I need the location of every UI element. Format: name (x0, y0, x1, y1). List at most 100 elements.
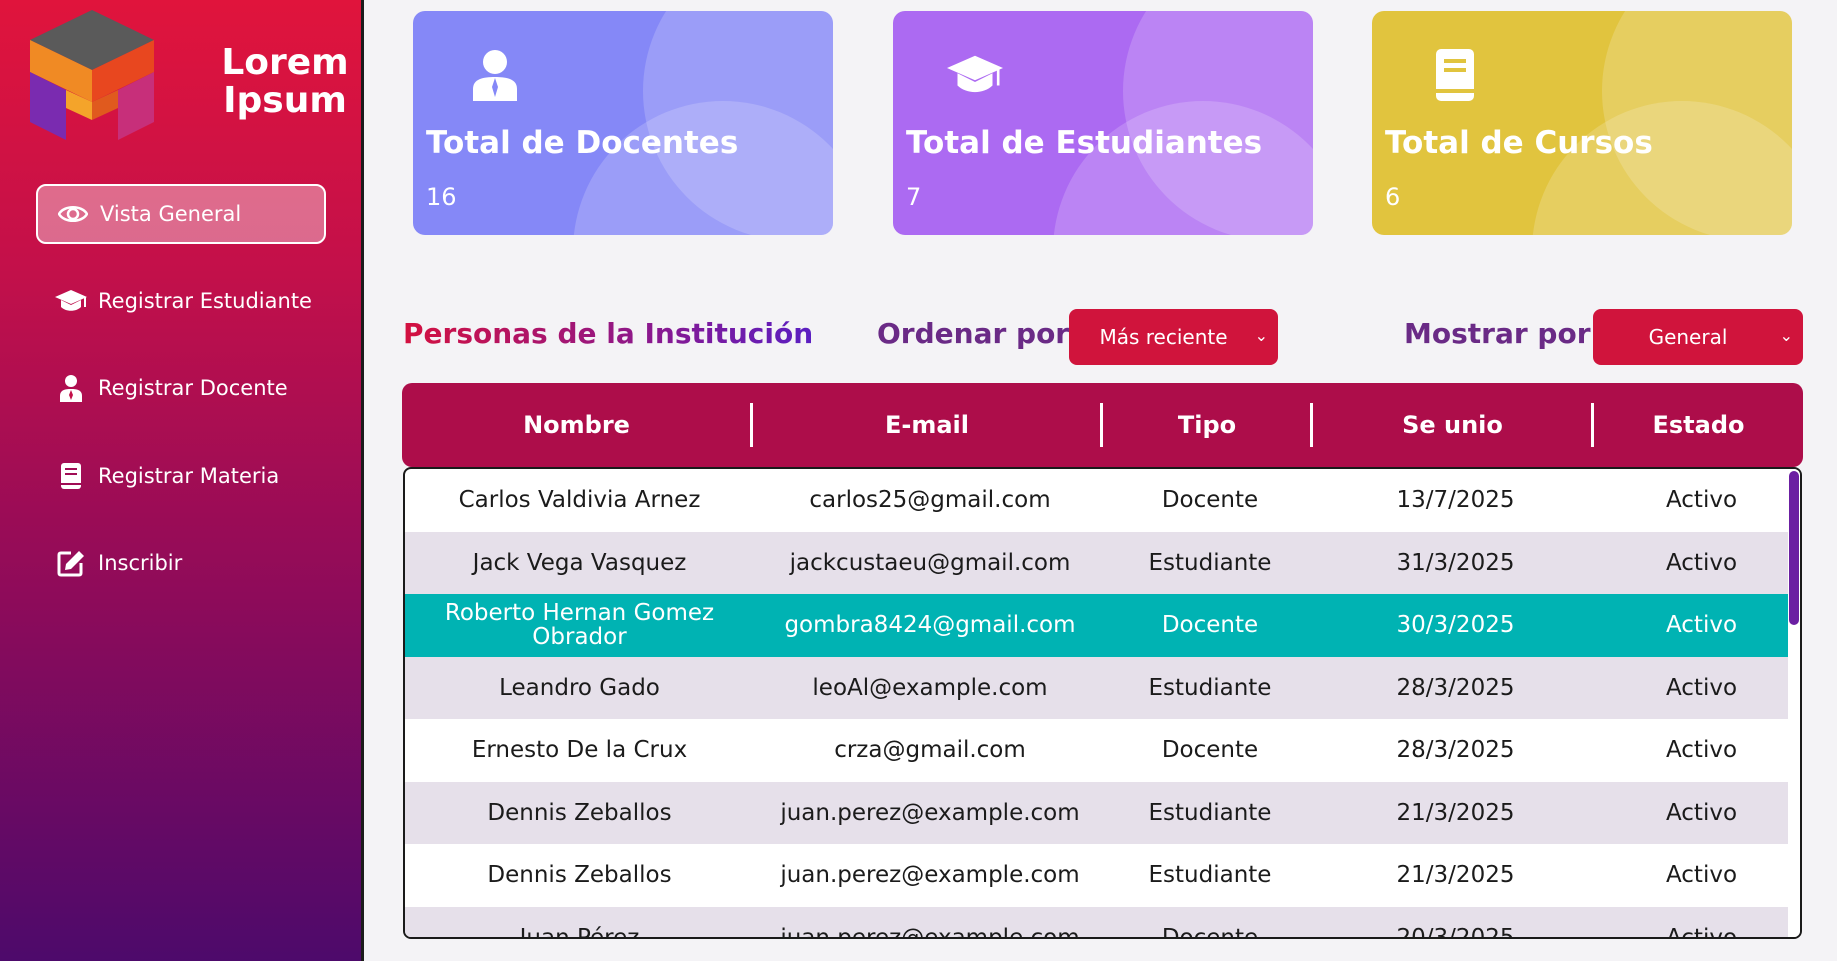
cell-tipo: Docente (1161, 737, 1259, 764)
cell-se-unio: 30/3/2025 (1396, 612, 1515, 639)
cell-estado: Activo (1665, 549, 1738, 576)
card-decoration (573, 101, 833, 235)
cell-tipo: Docente (1161, 924, 1259, 939)
edit-icon (54, 548, 88, 578)
cell-nombre: Jack Vega Vasquez (472, 549, 687, 576)
sidebar-item-registrar-materia[interactable]: Registrar Materia (36, 446, 326, 506)
order-label: Ordenar por: (877, 317, 1081, 350)
sidebar-item-registrar-estudiante[interactable]: Registrar Estudiante (36, 271, 326, 331)
cell-tipo: Estudiante (1148, 862, 1272, 889)
sidebar-item-label: Vista General (100, 202, 242, 226)
cell-nombre: Dennis Zeballos (487, 862, 672, 889)
cell-tipo: Estudiante (1148, 674, 1272, 701)
cell-estado: Activo (1665, 924, 1738, 939)
order-select-value: Más reciente (1099, 325, 1228, 349)
cell-estado: Activo (1665, 487, 1738, 514)
card-total-estudiantes: Total de Estudiantes 7 (893, 11, 1313, 235)
sidebar-item-label: Registrar Materia (98, 464, 280, 488)
cell-se-unio: 13/7/2025 (1396, 487, 1515, 514)
column-header-tipo[interactable]: Tipo (1103, 383, 1311, 467)
cell-tipo: Estudiante (1148, 799, 1272, 826)
sidebar-item-label: Registrar Docente (98, 376, 288, 400)
show-select[interactable]: General ⌄ (1593, 309, 1803, 365)
card-title: Total de Estudiantes (906, 125, 1263, 161)
table-row[interactable]: Leandro Gado leoAl@example.com Estudiant… (405, 656, 1790, 719)
table-row[interactable]: Dennis Zeballos juan.perez@example.com E… (405, 781, 1790, 844)
cell-estado: Activo (1665, 799, 1738, 826)
cell-se-unio: 28/3/2025 (1396, 737, 1515, 764)
chevron-down-icon: ⌄ (1254, 326, 1268, 345)
show-label: Mostrar por: (1404, 317, 1602, 350)
column-header-estado[interactable]: Estado (1594, 383, 1803, 467)
cell-estado: Activo (1665, 674, 1738, 701)
cell-email: gombra8424@gmail.com (784, 612, 1076, 639)
table-scrollbar[interactable] (1788, 469, 1800, 937)
cell-nombre: Roberto Hernan Gomez Obrador (444, 600, 715, 651)
column-header-email[interactable]: E-mail (753, 383, 1101, 467)
table-row[interactable]: Jack Vega Vasquez jackcustaeu@gmail.com … (405, 531, 1790, 594)
card-value: 16 (426, 183, 457, 211)
cell-email: juan.perez@example.com (780, 799, 1080, 826)
cell-estado: Activo (1665, 737, 1738, 764)
cell-se-unio: 31/3/2025 (1396, 549, 1515, 576)
cell-estado: Activo (1665, 612, 1738, 639)
sidebar-item-inscribir[interactable]: Inscribir (36, 533, 326, 593)
cell-nombre: Juan Pérez (519, 924, 640, 939)
table-body: Carlos Valdivia Arnez carlos25@gmail.com… (403, 467, 1802, 939)
cell-se-unio: 21/3/2025 (1396, 799, 1515, 826)
cell-email: juan.perez@example.com (780, 862, 1080, 889)
graduation-cap-icon (947, 55, 1003, 93)
cell-nombre: Leandro Gado (499, 674, 660, 701)
cell-se-unio: 28/3/2025 (1396, 674, 1515, 701)
card-value: 7 (906, 183, 922, 211)
cell-nombre: Carlos Valdivia Arnez (458, 487, 701, 514)
cell-tipo: Docente (1161, 612, 1259, 639)
sidebar-item-label: Inscribir (98, 551, 183, 575)
card-decoration (1532, 101, 1792, 235)
graduation-cap-icon (54, 286, 88, 316)
cell-email: juan.perez@example.com (780, 924, 1080, 939)
card-title: Total de Docentes (426, 125, 739, 161)
show-select-value: General (1648, 325, 1728, 349)
table-row[interactable]: Carlos Valdivia Arnez carlos25@gmail.com… (405, 469, 1790, 532)
table-row[interactable]: Juan Pérez juan.perez@example.com Docent… (405, 906, 1790, 939)
order-select[interactable]: Más reciente ⌄ (1069, 309, 1278, 365)
cell-nombre: Dennis Zeballos (487, 799, 672, 826)
card-total-cursos: Total de Cursos 6 (1372, 11, 1792, 235)
sidebar-item-vista-general[interactable]: Vista General (36, 184, 326, 244)
cell-se-unio: 21/3/2025 (1396, 862, 1515, 889)
table-header: Nombre E-mail Tipo Se unio Estado (402, 383, 1803, 467)
table-row-selected[interactable]: Roberto Hernan Gomez Obrador gombra8424@… (405, 594, 1790, 657)
sidebar: Lorem Ipsum Vista General Registrar Estu… (0, 0, 364, 961)
sidebar-item-label: Registrar Estudiante (98, 289, 312, 313)
card-total-docentes: Total de Docentes 16 (413, 11, 833, 235)
column-header-nombre[interactable]: Nombre (402, 383, 751, 467)
card-title: Total de Cursos (1385, 125, 1653, 161)
book-icon (1436, 49, 1474, 101)
brand-line-2: Ipsum (223, 80, 347, 121)
scrollbar-thumb[interactable] (1789, 471, 1799, 625)
chevron-down-icon: ⌄ (1779, 326, 1793, 345)
brand-line-1: Lorem (221, 42, 349, 83)
cell-email: jackcustaeu@gmail.com (789, 549, 1071, 576)
book-icon (54, 461, 88, 491)
eye-icon (56, 199, 90, 229)
logo-icon (30, 10, 154, 140)
section-title: Personas de la Institución (403, 317, 814, 350)
table-row[interactable]: Dennis Zeballos juan.perez@example.com E… (405, 844, 1790, 907)
cell-tipo: Docente (1161, 487, 1259, 514)
brand-name: Lorem Ipsum (210, 44, 360, 120)
card-value: 6 (1385, 183, 1401, 211)
table-row[interactable]: Ernesto De la Crux crza@gmail.com Docent… (405, 719, 1790, 782)
cell-email: crza@gmail.com (834, 737, 1026, 764)
cell-nombre: Ernesto De la Crux (471, 737, 688, 764)
sidebar-item-registrar-docente[interactable]: Registrar Docente (36, 358, 326, 418)
teacher-icon (54, 373, 88, 403)
cell-estado: Activo (1665, 862, 1738, 889)
cell-tipo: Estudiante (1148, 549, 1272, 576)
card-decoration (1053, 101, 1313, 235)
cell-email: carlos25@gmail.com (809, 487, 1051, 514)
teacher-icon (473, 50, 517, 101)
column-header-se-unio[interactable]: Se unio (1313, 383, 1592, 467)
cell-se-unio: 20/3/2025 (1396, 924, 1515, 939)
